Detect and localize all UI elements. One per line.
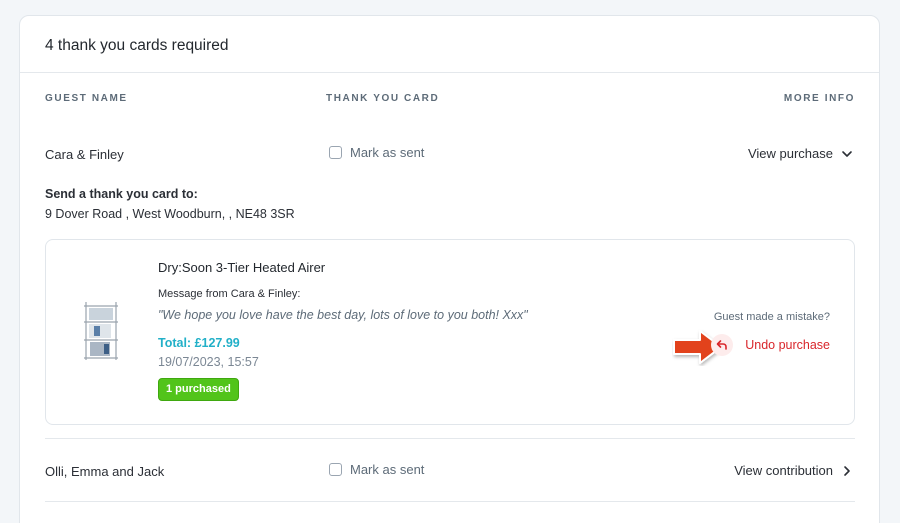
guest-address: 9 Dover Road , West Woodburn, , NE48 3SR [45, 207, 295, 221]
guest-name: Cara & Finley [45, 147, 124, 162]
row-divider [45, 438, 855, 439]
send-to-label: Send a thank you card to: [45, 187, 198, 201]
column-header-thank-you-card: THANK YOU CARD [326, 93, 440, 104]
view-contribution-button[interactable]: View contribution [734, 463, 853, 478]
purchase-details: Dry:Soon 3-Tier Heated Airer Message fro… [45, 239, 855, 425]
purchase-total: Total: £127.99 [158, 336, 240, 350]
row-divider [45, 501, 855, 502]
view-purchase-button[interactable]: View purchase [748, 146, 853, 161]
product-name: Dry:Soon 3-Tier Heated Airer [158, 260, 326, 275]
checkbox[interactable] [329, 463, 342, 476]
column-header-more-info: MORE INFO [783, 93, 855, 104]
view-contribution-label: View contribution [734, 463, 833, 478]
mark-as-sent-checkbox[interactable]: Mark as sent [329, 462, 424, 477]
undo-arrow-icon [711, 334, 734, 356]
product-image [80, 298, 124, 364]
checkbox[interactable] [329, 146, 342, 159]
undo-purchase-button[interactable]: Undo purchase [711, 334, 830, 356]
guest-message: "We hope you love have the best day, lot… [158, 308, 528, 322]
mistake-prompt: Guest made a mistake? [713, 311, 830, 323]
guest-name: Olli, Emma and Jack [45, 464, 165, 479]
thank-you-cards-panel: 4 thank you cards required GUEST NAME TH… [19, 15, 880, 523]
chevron-down-icon [841, 148, 853, 160]
purchased-badge: 1 purchased [158, 378, 239, 401]
undo-purchase-label: Undo purchase [745, 338, 830, 352]
mark-as-sent-label: Mark as sent [350, 462, 425, 477]
mark-as-sent-label: Mark as sent [350, 145, 425, 160]
chevron-right-icon [841, 465, 853, 477]
message-label: Message from Cara & Finley: [158, 288, 301, 300]
purchase-date: 19/07/2023, 15:57 [158, 355, 259, 369]
mark-as-sent-checkbox[interactable]: Mark as sent [329, 145, 424, 160]
header-divider [20, 72, 879, 73]
page-title: 4 thank you cards required [45, 37, 229, 54]
column-header-guest-name: GUEST NAME [45, 93, 128, 104]
view-purchase-label: View purchase [747, 146, 833, 161]
